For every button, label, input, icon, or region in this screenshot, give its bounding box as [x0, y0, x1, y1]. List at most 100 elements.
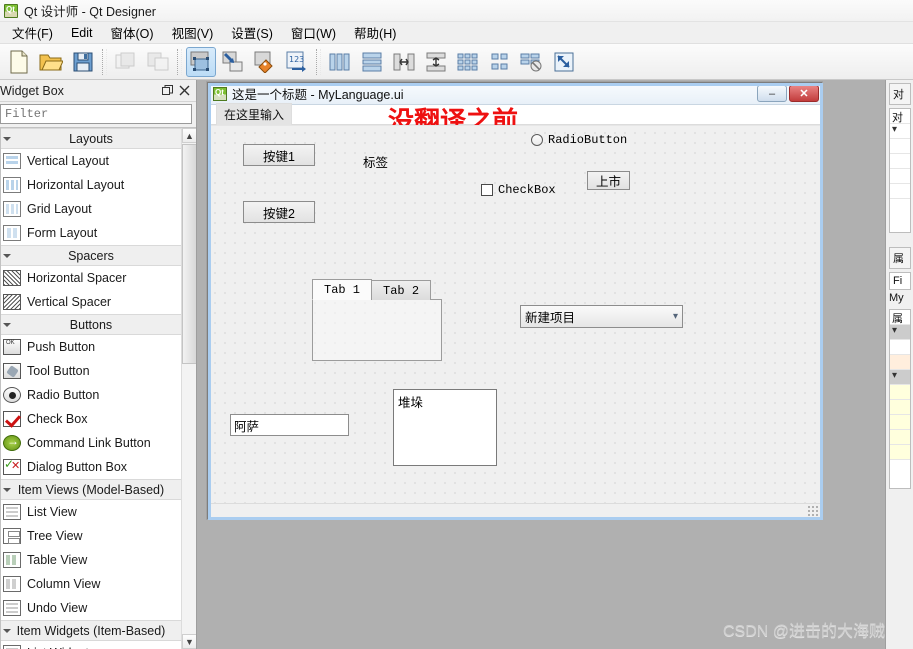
chevron-down-icon[interactable]: ▾ — [890, 370, 910, 385]
widget-item-label: Command Link Button — [27, 436, 151, 450]
property-row[interactable] — [890, 355, 910, 370]
edit-signals-mode-button[interactable] — [218, 47, 248, 77]
new-form-button[interactable] — [4, 47, 34, 77]
push-button-2[interactable]: 按键2 — [243, 201, 315, 223]
property-row[interactable] — [890, 340, 910, 355]
widget-item-dialog-button-box[interactable]: Dialog Button Box — [1, 455, 181, 479]
break-layout-button[interactable] — [517, 47, 547, 77]
resize-grip-icon[interactable] — [807, 505, 818, 516]
edit-buddies-mode-button[interactable] — [250, 47, 280, 77]
widget-item-list-widget[interactable]: List Widget — [1, 641, 181, 649]
menu-settings[interactable]: 设置(S) — [222, 21, 282, 44]
copy-button[interactable] — [143, 47, 173, 77]
tab-2[interactable]: Tab 2 — [371, 280, 432, 300]
open-form-button[interactable] — [36, 47, 66, 77]
layout-vertically-button[interactable] — [357, 47, 387, 77]
tree-row[interactable] — [890, 184, 910, 199]
widget-item-label: Horizontal Spacer — [27, 271, 127, 285]
layout-vertical-icon — [362, 52, 382, 71]
menu-form[interactable]: 窗体(O) — [102, 21, 163, 44]
widget-group-buttons[interactable]: Buttons — [1, 314, 181, 335]
chevron-down-icon[interactable]: ▼ — [182, 634, 196, 649]
widget-group-item-views[interactable]: Item Views (Model-Based) — [1, 479, 181, 500]
object-inspector-title: 对 — [893, 89, 904, 101]
toolbar-separator-1 — [102, 48, 107, 75]
property-filter-input[interactable]: Fi — [889, 272, 911, 290]
chevron-down-icon[interactable]: ▾ — [890, 325, 910, 340]
chevron-up-icon[interactable]: ▲ — [182, 128, 196, 143]
widget-item-tool-button[interactable]: Tool Button — [1, 359, 181, 383]
property-row[interactable] — [890, 385, 910, 400]
layout-form-button[interactable] — [485, 47, 515, 77]
scrollbar-thumb[interactable] — [182, 144, 196, 364]
widget-item-column-view[interactable]: Column View — [1, 572, 181, 596]
menu-help[interactable]: 帮助(H) — [345, 21, 405, 44]
widget-box-scrollbar[interactable]: ▲ ▼ — [181, 128, 196, 649]
property-row[interactable] — [890, 445, 910, 460]
tab-bar: Tab 1 Tab 2 — [312, 279, 442, 300]
layout-splitter-vertical-button[interactable] — [421, 47, 451, 77]
minimize-button[interactable]: – — [757, 85, 787, 102]
menu-edit[interactable]: Edit — [62, 24, 102, 42]
line-edit[interactable]: 阿萨 — [230, 414, 349, 436]
qt-designer-window: Qt 设计师 - Qt Designer 文件(F) Edit 窗体(O) 视图… — [0, 0, 913, 649]
widget-item-undo-view[interactable]: Undo View — [1, 596, 181, 620]
push-button-3[interactable]: 上市 — [587, 171, 630, 190]
menu-type-here[interactable]: 在这里输入 — [216, 103, 293, 126]
widget-group-label: Layouts — [69, 131, 113, 146]
float-dock-icon[interactable] — [160, 83, 175, 98]
close-button[interactable]: ✕ — [789, 85, 819, 102]
push-button-1[interactable]: 按键1 — [243, 144, 315, 166]
object-inspector-tree[interactable]: 对 ▾ — [889, 108, 911, 233]
cut-button[interactable] — [111, 47, 141, 77]
selected-object-name: My — [889, 292, 904, 304]
widget-item-horizontal-spacer[interactable]: Horizontal Spacer — [1, 266, 181, 290]
widget-item-command-link-button[interactable]: Command Link Button — [1, 431, 181, 455]
combo-box[interactable]: 新建项目 ▾ — [520, 305, 683, 328]
menu-file[interactable]: 文件(F) — [3, 21, 62, 44]
tree-row[interactable] — [890, 139, 910, 154]
widget-item-table-view[interactable]: Table View — [1, 548, 181, 572]
widget-item-label: Tree View — [27, 529, 83, 543]
widget-item-label: Vertical Spacer — [27, 295, 112, 309]
widget-group-spacers[interactable]: Spacers — [1, 245, 181, 266]
widget-item-check-box[interactable]: Check Box — [1, 407, 181, 431]
edit-taborder-mode-button[interactable]: 123 — [282, 47, 312, 77]
widget-item-form-layout[interactable]: Form Layout — [1, 221, 181, 245]
horizontal-layout-icon — [3, 177, 21, 193]
widget-item-label: Check Box — [27, 412, 88, 426]
widget-item-radio-button[interactable]: Radio Button — [1, 383, 181, 407]
property-row[interactable] — [890, 415, 910, 430]
widget-item-list-view[interactable]: List View — [1, 500, 181, 524]
widget-item-vertical-spacer[interactable]: Vertical Spacer — [1, 290, 181, 314]
menu-view[interactable]: 视图(V) — [163, 21, 223, 44]
widget-item-tree-view[interactable]: Tree View — [1, 524, 181, 548]
save-form-button[interactable] — [68, 47, 98, 77]
layout-grid-button[interactable] — [453, 47, 483, 77]
property-row[interactable] — [890, 430, 910, 445]
widget-item-horizontal-layout[interactable]: Horizontal Layout — [1, 173, 181, 197]
widget-item-push-button[interactable]: Push Button — [1, 335, 181, 359]
chevron-down-icon[interactable]: ▾ — [890, 124, 910, 139]
layout-splitter-horizontal-button[interactable] — [389, 47, 419, 77]
widget-item-vertical-layout[interactable]: Vertical Layout — [1, 149, 181, 173]
radio-button[interactable]: RadioButton — [531, 133, 627, 147]
property-table[interactable]: 属 ▾ ▾ — [889, 309, 911, 489]
edit-widgets-mode-button[interactable] — [186, 46, 216, 77]
menu-window[interactable]: 窗口(W) — [282, 21, 345, 44]
widget-item-label: Grid Layout — [27, 202, 92, 216]
property-row[interactable] — [890, 400, 910, 415]
layout-horizontally-button[interactable] — [325, 47, 355, 77]
widget-group-item-widgets[interactable]: Item Widgets (Item-Based) — [1, 620, 181, 641]
tab-1[interactable]: Tab 1 — [312, 279, 373, 300]
qt-logo-icon — [4, 3, 18, 18]
widget-group-layouts[interactable]: Layouts — [1, 128, 181, 149]
text-edit[interactable]: 堆垛 — [393, 389, 497, 466]
widget-item-grid-layout[interactable]: Grid Layout — [1, 197, 181, 221]
tree-row[interactable] — [890, 154, 910, 169]
tree-row[interactable] — [890, 169, 910, 184]
check-box[interactable]: CheckBox — [481, 183, 556, 197]
close-icon[interactable] — [177, 83, 192, 98]
adjust-size-button[interactable] — [549, 47, 579, 77]
search-input[interactable] — [0, 104, 192, 124]
